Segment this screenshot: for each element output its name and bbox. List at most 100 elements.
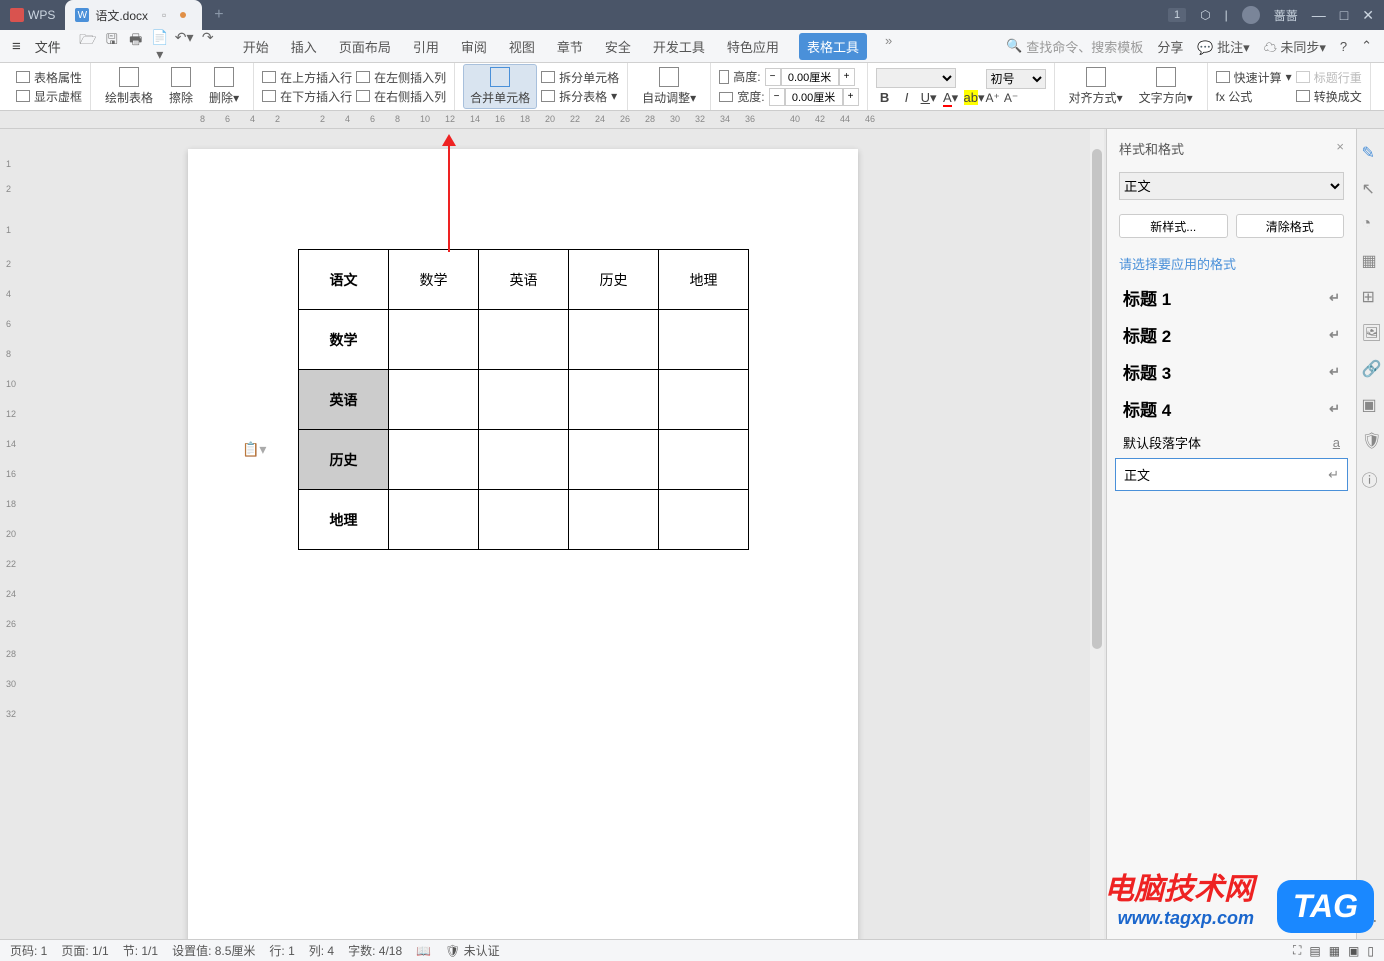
table-cell[interactable]: 数学 xyxy=(389,250,479,310)
notification-badge[interactable]: 1 xyxy=(1168,8,1186,22)
split-cell-button[interactable]: 拆分单元格 xyxy=(541,69,619,86)
insert-row-above-button[interactable]: 在上方插入行 xyxy=(262,69,352,86)
maximize-button[interactable]: □ xyxy=(1340,7,1348,24)
horizontal-ruler[interactable]: 8 6 4 2 2 4 6 8 10 12 14 16 18 20 22 24 … xyxy=(0,111,1384,129)
preview-icon[interactable]: 📄▾ xyxy=(151,29,169,63)
formula-button[interactable]: fx 公式 xyxy=(1216,88,1292,105)
help-pane-icon[interactable]: ⓘ xyxy=(1362,467,1380,485)
tab-layout[interactable]: 页面布局 xyxy=(337,33,393,60)
table-cell[interactable] xyxy=(569,490,659,550)
insert-row-below-button[interactable]: 在下方插入行 xyxy=(262,88,352,105)
align-button[interactable]: 对齐方式▾ xyxy=(1063,65,1129,108)
table-cell[interactable] xyxy=(479,310,569,370)
style-item-default-font[interactable]: 默认段落字体a xyxy=(1115,427,1348,458)
tab-reference[interactable]: 引用 xyxy=(411,33,441,60)
print-icon[interactable]: 🖶 xyxy=(127,29,145,63)
view-mode-web-icon[interactable]: ▣ xyxy=(1348,944,1359,958)
clear-format-button[interactable]: 清除格式 xyxy=(1236,214,1345,238)
width-input[interactable] xyxy=(785,88,843,106)
table-cell[interactable]: 数学 xyxy=(299,310,389,370)
italic-button[interactable]: I xyxy=(898,90,916,106)
sync-button[interactable]: ☁ 未同步▾ xyxy=(1264,37,1326,56)
status-pos[interactable]: 设置值: 8.5厘米 xyxy=(172,942,255,959)
status-section[interactable]: 节: 1/1 xyxy=(123,942,158,959)
status-col[interactable]: 列: 4 xyxy=(309,942,334,959)
redo-icon[interactable]: ↷ xyxy=(199,29,217,63)
split-table-button[interactable]: 拆分表格▾ xyxy=(541,88,619,105)
font-size-select[interactable]: 初号 xyxy=(986,69,1046,89)
title-row-button[interactable]: 标题行重 xyxy=(1296,69,1362,86)
table-cell[interactable] xyxy=(659,370,749,430)
clipboard-pane-icon[interactable]: ▣ xyxy=(1362,395,1380,413)
collapse-ribbon-icon[interactable]: ⌃ xyxy=(1361,38,1372,54)
vertical-ruler[interactable]: 1 2 1 2 4 6 8 10 12 14 16 18 20 22 24 26… xyxy=(0,129,24,939)
help-icon[interactable]: ? xyxy=(1340,39,1347,54)
table-cell-selected[interactable]: 历史 xyxy=(299,430,389,490)
status-chars[interactable]: 字数: 4/18 xyxy=(348,942,402,959)
table-cell[interactable] xyxy=(389,430,479,490)
status-page[interactable]: 页面: 1/1 xyxy=(61,942,108,959)
new-style-button[interactable]: 新样式... xyxy=(1119,214,1228,238)
share-button[interactable]: 分享 xyxy=(1157,37,1183,56)
table-cell[interactable] xyxy=(479,370,569,430)
convert-text-button[interactable]: 转换成文 xyxy=(1296,88,1362,105)
table-cell[interactable] xyxy=(389,370,479,430)
style-item-heading1[interactable]: 标题 1↵ xyxy=(1115,279,1348,316)
table-cell[interactable] xyxy=(389,310,479,370)
close-button[interactable]: ✕ xyxy=(1362,7,1374,24)
app-logo[interactable]: WPS xyxy=(0,0,65,30)
document-table[interactable]: 语文 数学 英语 历史 地理 数学 英语 历史 xyxy=(298,249,749,550)
user-avatar-icon[interactable] xyxy=(1242,6,1260,24)
status-spellcheck-icon[interactable]: 📖 xyxy=(416,944,431,958)
current-style-select[interactable]: 正文 xyxy=(1119,172,1344,200)
bold-button[interactable]: B xyxy=(876,90,894,106)
page[interactable]: 语文 数学 英语 历史 地理 数学 英语 历史 xyxy=(188,149,858,939)
table-cell[interactable] xyxy=(389,490,479,550)
table-cell[interactable] xyxy=(659,490,749,550)
quick-calc-button[interactable]: 快速计算▾ xyxy=(1216,69,1292,86)
fullscreen-icon[interactable]: ⛶ xyxy=(1293,943,1301,958)
tab-insert[interactable]: 插入 xyxy=(289,33,319,60)
height-input[interactable] xyxy=(781,68,839,86)
table-cell[interactable]: 地理 xyxy=(299,490,389,550)
insert-col-right-button[interactable]: 在右侧插入列 xyxy=(356,88,446,105)
open-icon[interactable]: 🗁 xyxy=(79,29,97,63)
table-cell[interactable] xyxy=(569,370,659,430)
style-item-heading4[interactable]: 标题 4↵ xyxy=(1115,390,1348,427)
font-color-button[interactable]: A▾ xyxy=(942,90,960,106)
tabs-overflow-icon[interactable]: » xyxy=(885,33,892,60)
vertical-scrollbar[interactable] xyxy=(1090,129,1104,939)
height-minus-button[interactable]: − xyxy=(765,68,781,86)
paste-options-icon[interactable]: 📋▾ xyxy=(242,441,266,458)
show-virtual-frame-button[interactable]: 显示虚框 xyxy=(16,88,82,105)
table-cell[interactable] xyxy=(479,490,569,550)
document-tab[interactable]: W 语文.docx ▫ xyxy=(65,0,202,30)
outline-pane-icon[interactable]: ⊞ xyxy=(1362,287,1380,305)
tab-security[interactable]: 安全 xyxy=(603,33,633,60)
style-item-body[interactable]: 正文↵ xyxy=(1115,458,1348,491)
status-cert[interactable]: 🛡 未认证 xyxy=(445,942,500,959)
eraser-button[interactable]: 擦除 xyxy=(163,65,199,108)
draw-table-button[interactable]: 绘制表格 xyxy=(99,65,159,108)
decrease-font-button[interactable]: A⁻ xyxy=(1004,91,1018,105)
layout-pane-icon[interactable]: ▦ xyxy=(1362,251,1380,269)
file-menu[interactable]: 文件 xyxy=(29,33,67,60)
table-cell[interactable] xyxy=(569,310,659,370)
table-cell[interactable] xyxy=(569,430,659,490)
panel-close-icon[interactable]: × xyxy=(1336,139,1344,158)
table-cell[interactable]: 历史 xyxy=(569,250,659,310)
select-pane-icon[interactable]: ↖ xyxy=(1362,179,1380,197)
table-cell[interactable]: 地理 xyxy=(659,250,749,310)
table-cell-selected[interactable]: 英语 xyxy=(299,370,389,430)
style-item-heading2[interactable]: 标题 2↵ xyxy=(1115,316,1348,353)
highlight-button[interactable]: ab▾ xyxy=(964,90,982,106)
minimize-button[interactable]: — xyxy=(1312,7,1326,24)
table-cell[interactable] xyxy=(659,310,749,370)
view-mode-read-icon[interactable]: ▦ xyxy=(1329,944,1340,958)
theme-icon[interactable]: ⬡ xyxy=(1200,8,1210,22)
font-family-select[interactable] xyxy=(876,68,956,88)
save-icon[interactable]: 🖫 xyxy=(103,29,121,63)
status-row[interactable]: 行: 1 xyxy=(269,942,294,959)
width-plus-button[interactable]: + xyxy=(843,88,859,106)
tab-view[interactable]: 视图 xyxy=(507,33,537,60)
